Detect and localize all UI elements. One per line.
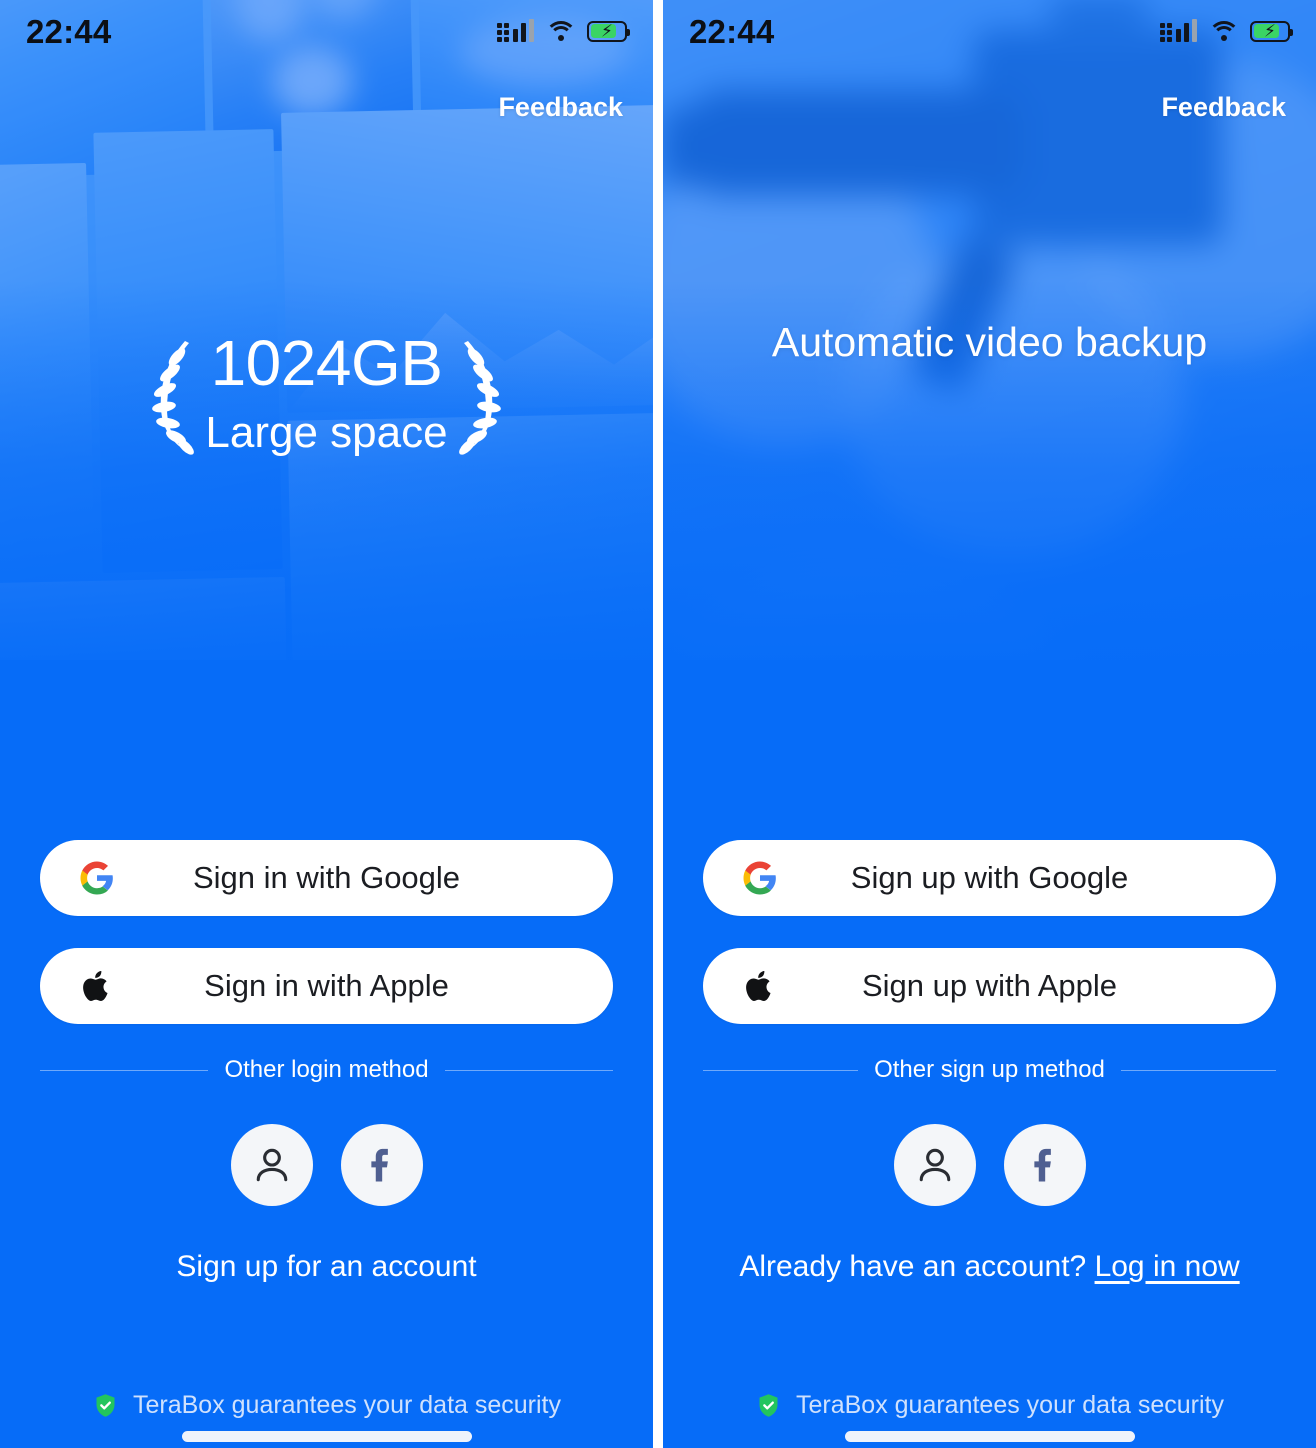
sign-up-apple-label: Sign up with Apple: [861, 968, 1118, 1003]
log-in-now-link[interactable]: Log in now: [1095, 1250, 1240, 1283]
divider-line-left: [703, 1069, 859, 1071]
other-signup-divider: Other sign up method: [703, 1056, 1276, 1084]
sign-up-link-label: Sign up for an account: [176, 1250, 477, 1283]
social-login-row: [40, 1124, 613, 1206]
divider-line-right: [1120, 1069, 1276, 1071]
login-screen-panel: 22:44 ⚡ Feedback 1024GB Large space Sign…: [0, 0, 653, 1448]
security-footer-text: TeraBox guarantees your data security: [132, 1391, 561, 1419]
google-icon: [741, 859, 779, 897]
divider-label: Other sign up method: [874, 1056, 1105, 1083]
status-clock: 22:44: [26, 12, 112, 50]
hero-section: 1024GB Large space: [0, 327, 653, 460]
log-in-prompt-text: Already have an account?: [739, 1250, 1095, 1283]
apple-icon: [741, 967, 779, 1005]
apple-icon: [78, 967, 116, 1005]
auth-section: Sign in with Google Sign in with Apple O…: [0, 840, 653, 1284]
facebook-signup-button[interactable]: [1003, 1124, 1086, 1206]
shield-check-icon: [96, 1394, 115, 1417]
security-footer: TeraBox guarantees your data security: [663, 1391, 1316, 1420]
account-login-button[interactable]: [230, 1124, 313, 1206]
shield-check-icon: [759, 1394, 778, 1417]
home-indicator[interactable]: [844, 1431, 1135, 1442]
wifi-icon: [1207, 21, 1240, 41]
screenshot-stage: 22:44 ⚡ Feedback 1024GB Large space Sign…: [0, 0, 1316, 1448]
sign-in-google-button[interactable]: Sign in with Google: [40, 840, 613, 916]
status-icons: ⚡: [497, 19, 630, 42]
person-icon: [256, 1148, 287, 1182]
sign-in-apple-label: Sign in with Apple: [204, 968, 449, 1003]
status-bar: 22:44 ⚡: [663, 0, 1316, 62]
battery-charging-icon: ⚡: [587, 20, 630, 42]
other-login-divider: Other login method: [40, 1056, 613, 1084]
sign-in-google-label: Sign in with Google: [192, 860, 461, 895]
laurel-wreath-icon: [152, 340, 195, 455]
feedback-button[interactable]: Feedback: [498, 92, 623, 123]
sign-in-apple-button[interactable]: Sign in with Apple: [40, 948, 613, 1024]
divider-line-right: [444, 1069, 613, 1071]
social-signup-row: [703, 1124, 1276, 1206]
battery-charging-icon: ⚡: [1250, 20, 1293, 42]
divider-line-left: [40, 1069, 209, 1071]
status-bar: 22:44 ⚡: [0, 0, 653, 62]
google-icon: [78, 859, 116, 897]
sign-up-google-label: Sign up with Google: [850, 860, 1129, 895]
feedback-button[interactable]: Feedback: [1161, 92, 1286, 123]
log-in-prompt: Already have an account? Log in now: [703, 1250, 1276, 1284]
status-icons: ⚡: [1160, 19, 1293, 42]
auth-section: Sign up with Google Sign up with Apple O…: [663, 840, 1316, 1284]
sign-up-google-button[interactable]: Sign up with Google: [703, 840, 1276, 916]
facebook-icon: [1033, 1148, 1051, 1182]
facebook-login-button[interactable]: [340, 1124, 423, 1206]
hero-headline: Automatic video backup: [771, 319, 1208, 365]
sign-up-apple-button[interactable]: Sign up with Apple: [703, 948, 1276, 1024]
laurel-wreath-icon: [458, 340, 501, 455]
account-signup-button[interactable]: [893, 1124, 976, 1206]
divider-label: Other login method: [224, 1056, 429, 1083]
facebook-icon: [370, 1148, 388, 1182]
security-footer-text: TeraBox guarantees your data security: [795, 1391, 1224, 1419]
signal-bars-icon: [1160, 19, 1197, 42]
sign-up-link[interactable]: Sign up for an account: [40, 1250, 613, 1284]
home-indicator[interactable]: [181, 1431, 472, 1442]
hero-subhead: Large space: [205, 408, 448, 458]
status-clock: 22:44: [689, 12, 775, 50]
security-footer: TeraBox guarantees your data security: [0, 1391, 653, 1420]
person-icon: [919, 1148, 950, 1182]
signal-bars-icon: [497, 19, 534, 42]
hero-headline: 1024GB: [210, 327, 443, 399]
wifi-icon: [544, 21, 577, 41]
signup-screen-panel: 22:44 ⚡ Feedback Automatic video backup: [663, 0, 1316, 1448]
hero-section: Automatic video backup: [663, 318, 1316, 367]
